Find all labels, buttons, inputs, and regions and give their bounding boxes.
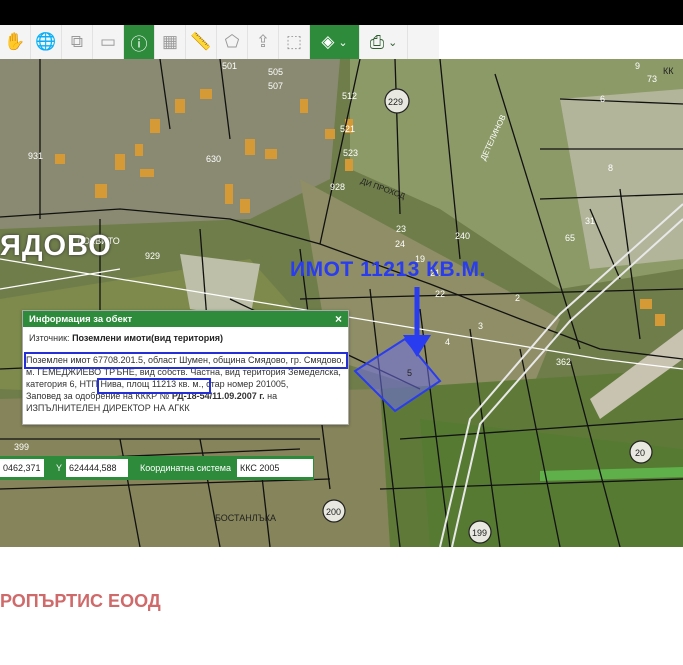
parcel-number: 6 [600,94,605,104]
polygon-button[interactable]: ⬠ [217,25,248,59]
parcel-number: 24 [395,239,405,249]
locality-label: БОСТАНЛЪКА [215,513,276,523]
chevron-down-icon: ⌄ [388,36,398,49]
info-button[interactable]: ⓘ [124,25,155,59]
region-label: 229 [388,97,403,107]
print-icon: ⎙ [369,31,385,52]
highlight-box-area [97,378,211,394]
globe-icon: 🌐 [35,32,57,51]
window-export-icon: ⧉ [70,32,84,51]
parcel-number: 8 [608,163,613,173]
parcel-number: 512 [342,91,357,101]
print-button[interactable]: ⎙ ⌄ [360,25,408,59]
top-black-bar [0,0,683,25]
area-measure-icon: ▦ [161,32,179,51]
window-export-button[interactable]: ⧉ [62,25,93,59]
ruler-button[interactable]: 📏 [186,25,217,59]
property-annotation: ИМОТ 11213 КВ.М. [290,258,486,281]
hand-icon: ✋ [4,32,26,51]
y-coordinate-field[interactable]: 624444,588 [66,459,129,477]
parcel-number: 399 [14,442,29,452]
coordinate-system-label: Координатна система [140,463,231,473]
highlight-box-parcel-id [24,352,348,369]
parcel-number: 5 [407,368,412,378]
parcel-number: 23 [396,224,406,234]
parcel-number: 521 [340,124,355,134]
region-label: 199 [472,528,487,538]
layers-button[interactable]: ◈ ⌄ [310,25,360,59]
parcel-number: 505 [268,67,283,77]
region-label: 200 [326,507,341,517]
layers-icon: ◈ [321,32,335,51]
parcel-number: 2 [515,293,520,303]
select-rectangle-icon: ⬚ [285,32,303,51]
source-value: Поземлени имоти(вид територия) [72,333,223,343]
ruler-icon: 📏 [190,32,212,51]
parcel-number: 523 [343,148,358,158]
parcel-number: 362 [556,357,571,367]
upload-button[interactable]: ⇪ [248,25,279,59]
select-rectangle-button[interactable]: ⬚ [279,25,310,59]
polygon-icon: ⬠ [224,32,240,51]
coordinate-bar: 0462,371 Y 624444,588 Координатна систем… [0,456,314,480]
parcel-number: 931 [28,151,43,161]
pan-button[interactable]: ✋ [0,25,31,59]
company-name: РОПЪРТИС ЕООД [0,591,161,611]
map-toolbar: ✋ 🌐 ⧉ ▭ ⓘ ▦ 📏 ⬠ ⇪ ⬚ ◈ ⌄ ⎙ ⌄ [0,25,439,60]
parcel-number: 73 [647,74,657,84]
parcel-number: 928 [330,182,345,192]
parcel-number: 507 [268,81,283,91]
parcel-number: 22 [435,289,445,299]
parcel-number: 3 [478,321,483,331]
window-button[interactable]: ▭ [93,25,124,59]
info-icon: ⓘ [130,34,148,54]
info-panel-title: Информация за обект [29,313,133,325]
info-source: Източник: Поземлени имоти(вид територия) [23,327,348,343]
parcel-number: 31 [585,216,595,226]
parcel-number: 929 [145,251,160,261]
upload-icon: ⇪ [255,32,271,51]
parcel-number: 240 [455,231,470,241]
parcel-number: 65 [565,233,575,243]
map-label: КК [663,66,674,76]
globe-button[interactable]: 🌐 [31,25,62,59]
info-panel-header: Информация за обект × [23,311,348,327]
region-label: 20 [635,448,645,458]
parcel-number: 501 [222,61,237,71]
info-line: ИЗПЪЛНИТЕЛЕН ДИРЕКТОР НА АГКК [26,403,190,413]
parcel-number: 630 [206,154,221,164]
area-measure-button[interactable]: ▦ [155,25,186,59]
close-icon[interactable]: × [335,312,342,326]
coordinate-system-select[interactable]: ККС 2005 [236,459,313,477]
town-label: ЯДОВО [0,230,112,262]
y-label: Y [56,463,63,473]
x-coordinate-field[interactable]: 0462,371 [0,459,44,477]
chevron-down-icon: ⌄ [338,36,348,49]
parcel-number: 9 [635,61,640,71]
parcel-number: 4 [445,337,450,347]
window-icon: ▭ [99,32,117,51]
source-label: Източник: [29,333,70,343]
